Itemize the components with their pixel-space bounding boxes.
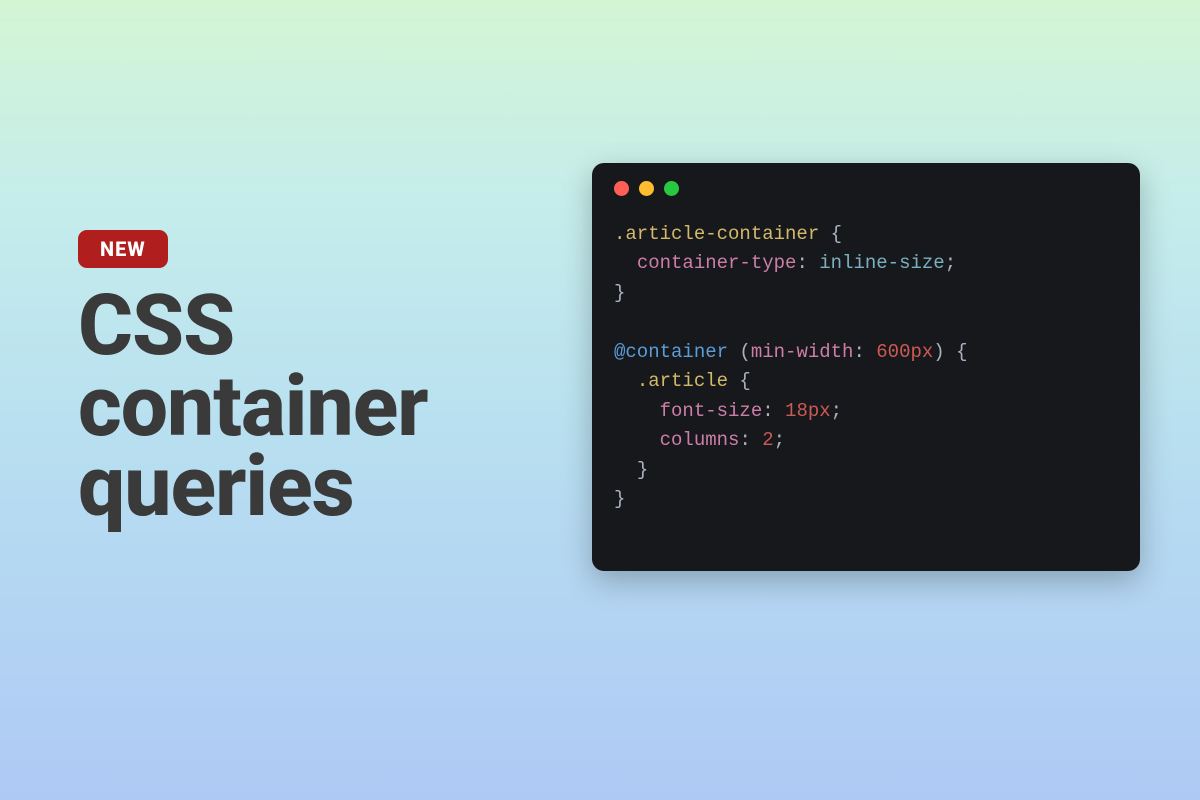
code-brace: } (614, 282, 625, 304)
code-block: .article-container { container-type: inl… (614, 220, 1118, 514)
title-block: NEW CSS container queries (78, 230, 538, 528)
maximize-icon[interactable] (664, 181, 679, 196)
minimize-icon[interactable] (639, 181, 654, 196)
code-indent (614, 370, 637, 392)
code-brace: { (819, 223, 842, 245)
code-brace: { (728, 370, 751, 392)
code-punct: ) { (933, 341, 967, 363)
code-punct: : (739, 429, 762, 451)
code-selector: .article (637, 370, 728, 392)
headline-line-3: queries (78, 447, 538, 528)
code-selector: .article-container (614, 223, 819, 245)
code-number: 600px (876, 341, 933, 363)
code-property: font-size (660, 400, 763, 422)
code-punct: ( (728, 341, 751, 363)
headline: CSS container queries (78, 286, 538, 528)
window-controls (614, 181, 1118, 196)
code-number: 18px (785, 400, 831, 422)
code-punct: ; (831, 400, 842, 422)
close-icon[interactable] (614, 181, 629, 196)
code-indent (614, 400, 660, 422)
headline-line-2: container (78, 367, 538, 448)
code-punct: : (762, 400, 785, 422)
code-property: container-type (637, 252, 797, 274)
code-brace: } (614, 488, 625, 510)
code-indent (614, 459, 637, 481)
code-property: columns (660, 429, 740, 451)
code-editor-window: .article-container { container-type: inl… (592, 163, 1140, 571)
code-property: min-width (751, 341, 854, 363)
code-indent (614, 252, 637, 274)
headline-line-1: CSS (78, 286, 538, 367)
code-at-rule: @container (614, 341, 728, 363)
code-punct: : (853, 341, 876, 363)
code-brace: } (637, 459, 648, 481)
new-badge: NEW (78, 230, 168, 268)
code-punct: ; (945, 252, 956, 274)
code-number: 2 (762, 429, 773, 451)
code-value: inline-size (819, 252, 944, 274)
code-indent (614, 429, 660, 451)
code-punct: : (796, 252, 819, 274)
code-punct: ; (774, 429, 785, 451)
